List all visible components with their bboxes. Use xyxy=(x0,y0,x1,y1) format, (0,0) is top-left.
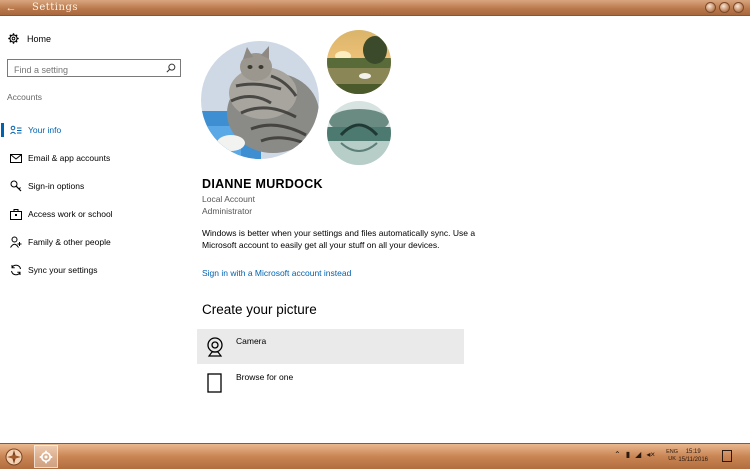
taskbar-settings-app[interactable] xyxy=(34,445,58,468)
minimize-icon[interactable] xyxy=(705,2,716,13)
sidebar-item-access-work[interactable]: Access work or school xyxy=(0,200,190,228)
sidebar-item-email-accounts[interactable]: Email & app accounts xyxy=(0,144,190,172)
account-role: Administrator xyxy=(202,206,253,216)
key-icon xyxy=(10,180,22,192)
gear-icon xyxy=(8,33,19,44)
home-label: Home xyxy=(27,33,52,44)
window-title: Settings xyxy=(32,2,78,13)
sidebar-item-label: Sync your settings xyxy=(28,265,98,275)
clock-time: 15:19 xyxy=(685,449,701,455)
back-arrow-icon[interactable]: ← xyxy=(4,1,18,15)
window-controls xyxy=(705,2,744,13)
mail-icon xyxy=(10,152,22,164)
sidebar: Home Accounts Your info Email & app acco… xyxy=(0,17,190,443)
sidebar-item-label: Sign-in options xyxy=(28,181,85,191)
user-name: DIANNE MURDOCK xyxy=(202,177,323,191)
accounts-section-label: Accounts xyxy=(7,92,42,102)
battery-icon[interactable]: ▮ xyxy=(626,450,630,460)
clock[interactable]: 15:19 15/11/2016 xyxy=(678,448,708,464)
main-content: DIANNE MURDOCK Local Account Administrat… xyxy=(190,17,750,443)
search-input[interactable] xyxy=(8,62,158,78)
notifications-icon[interactable] xyxy=(722,450,732,462)
document-icon xyxy=(204,372,226,394)
language-top: ENG xyxy=(666,449,678,455)
sidebar-item-label: Email & app accounts xyxy=(28,153,111,163)
person-add-icon xyxy=(10,236,22,248)
person-card-icon xyxy=(10,124,22,136)
browse-label: Browse for one xyxy=(236,371,294,382)
briefcase-icon xyxy=(10,208,22,220)
volume-icon[interactable]: ◂× xyxy=(646,450,655,460)
gear-icon xyxy=(39,450,53,463)
sidebar-item-family[interactable]: Family & other people xyxy=(0,228,190,256)
sidebar-item-label: Your info xyxy=(28,125,62,135)
camera-icon xyxy=(204,336,226,358)
sidebar-item-label: Family & other people xyxy=(28,237,111,247)
taskbar: ⌃ ▮ ◢ ◂× ENG UK 15:19 15/11/2016 xyxy=(0,443,750,469)
browse-option[interactable]: Browse for one xyxy=(197,365,464,400)
search-box[interactable] xyxy=(7,59,181,78)
accounts-nav-list: Your info Email & app accounts Sign-in o… xyxy=(0,116,190,284)
search-icon[interactable] xyxy=(166,63,176,73)
home-nav-item[interactable]: Home xyxy=(8,33,51,44)
language-bottom: UK xyxy=(668,456,676,462)
start-button[interactable] xyxy=(4,447,24,467)
network-icon[interactable]: ◢ xyxy=(635,450,641,460)
chevron-up-icon[interactable]: ⌃ xyxy=(614,450,621,460)
camera-label: Camera xyxy=(236,335,267,346)
language-indicator[interactable]: ENG UK xyxy=(666,449,678,463)
sidebar-item-sync[interactable]: Sync your settings xyxy=(0,256,190,284)
maximize-icon[interactable] xyxy=(719,2,730,13)
camera-option[interactable]: Camera xyxy=(197,329,464,364)
sync-icon xyxy=(10,264,22,276)
avatar-recent-2[interactable] xyxy=(327,101,391,165)
sidebar-item-sign-in-options[interactable]: Sign-in options xyxy=(0,172,190,200)
system-tray: ⌃ ▮ ◢ ◂× xyxy=(614,450,655,460)
avatar xyxy=(201,41,319,159)
avatar-recent-1[interactable] xyxy=(327,30,391,94)
account-type: Local Account xyxy=(202,194,255,204)
sidebar-item-label: Access work or school xyxy=(28,209,113,219)
start-logo-icon xyxy=(5,448,23,466)
clock-date: 15/11/2016 xyxy=(678,457,708,463)
create-picture-heading: Create your picture xyxy=(202,302,317,317)
microsoft-account-link[interactable]: Sign in with a Microsoft account instead xyxy=(202,268,351,278)
title-bar: ← Settings xyxy=(0,0,750,16)
sync-info-text: Windows is better when your settings and… xyxy=(202,228,476,250)
close-icon[interactable] xyxy=(733,2,744,13)
sidebar-item-your-info[interactable]: Your info xyxy=(0,116,190,144)
